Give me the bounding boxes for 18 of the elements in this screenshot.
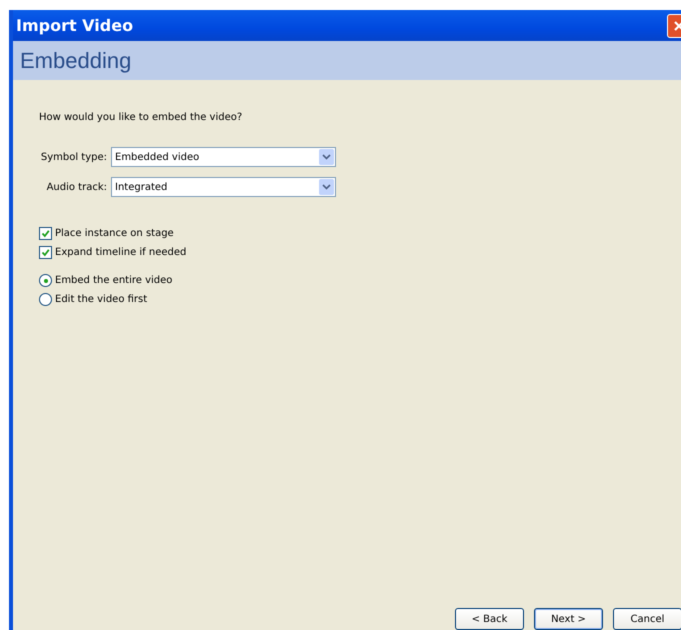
dialog-button[interactable]: Cancel [613,608,681,630]
dialog-button[interactable]: Next > [534,608,603,630]
question-text: How would you like to embed the video? [39,112,244,123]
window-title: Import Video [15,16,134,35]
dropdown[interactable]: Integrated [111,177,336,197]
field-label: Audio track: [46,182,107,192]
dropdown[interactable]: Embedded video [111,147,336,167]
field-label: Symbol type: [40,152,107,162]
radio-button[interactable] [39,293,52,306]
page-heading: Embedding [20,48,132,74]
radio-label: Edit the video first [55,294,148,305]
checkbox-label: Expand timeline if needed [55,247,186,258]
checkbox-label: Place instance on stage [55,228,174,239]
checkbox[interactable] [39,227,52,240]
radio-button[interactable] [39,274,52,287]
checkbox[interactable] [39,246,52,259]
radio-label: Embed the entire video [55,275,172,286]
dialog-button[interactable]: < Back [455,608,524,630]
